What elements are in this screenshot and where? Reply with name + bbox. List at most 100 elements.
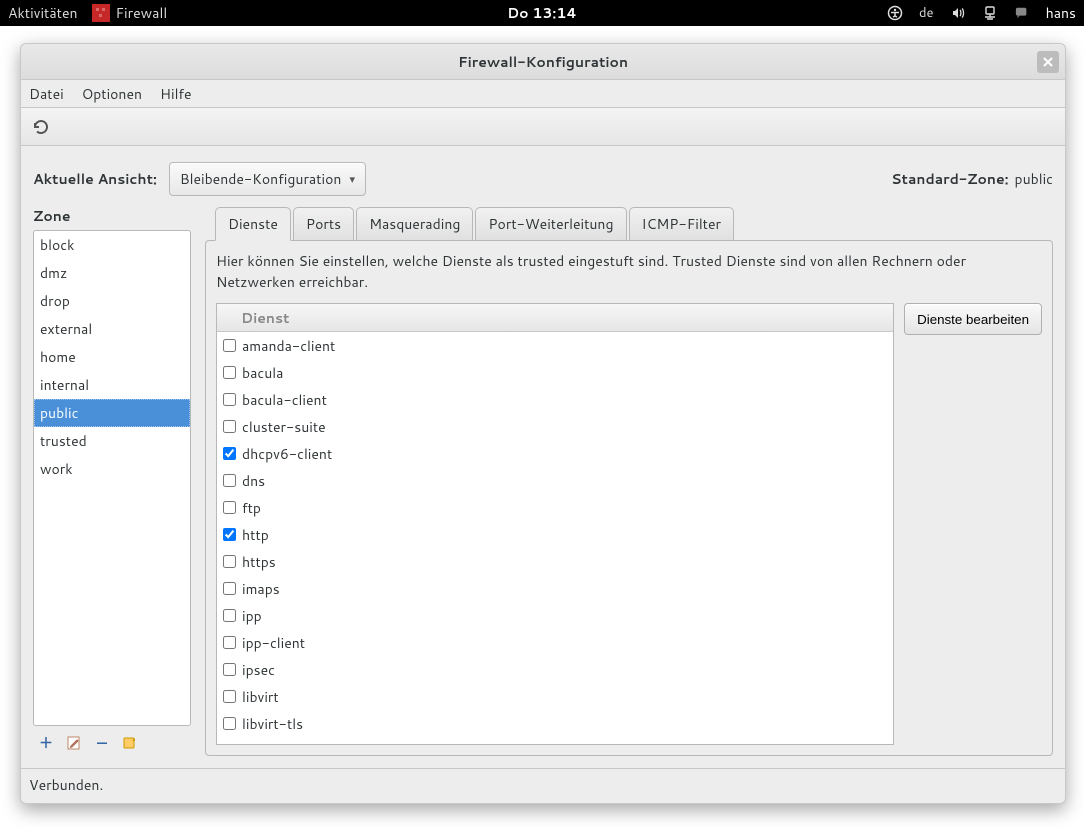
standard-zone-value: public [1015, 169, 1053, 189]
services-tab-panel: Hier können Sie einstellen, welche Diens… [205, 240, 1053, 756]
service-checkbox[interactable] [223, 528, 236, 541]
detail-column: DienstePortsMasqueradingPort-Weiterleitu… [205, 206, 1053, 756]
zone-item-work[interactable]: work [34, 455, 190, 483]
edit-services-button[interactable]: Dienste bearbeiten [904, 303, 1042, 335]
zone-item-dmz[interactable]: dmz [34, 259, 190, 287]
service-row[interactable]: libvirt [217, 683, 893, 710]
app-name: Firewall [116, 3, 168, 23]
service-row[interactable]: ipp [217, 602, 893, 629]
service-checkbox[interactable] [223, 420, 236, 433]
reload-button[interactable] [31, 117, 51, 137]
service-checkbox[interactable] [223, 636, 236, 649]
service-checkbox[interactable] [223, 501, 236, 514]
service-checkbox[interactable] [223, 663, 236, 676]
app-indicator[interactable]: Firewall [92, 3, 168, 23]
service-row[interactable]: bacula-client [217, 386, 893, 413]
service-checkbox[interactable] [223, 474, 236, 487]
toolbar [21, 108, 1065, 146]
services-table-header: Dienst [217, 304, 893, 332]
service-row[interactable]: amanda-client [217, 332, 893, 359]
service-label: imaps [242, 579, 280, 599]
tab-masquerading[interactable]: Masquerading [356, 207, 473, 241]
zone-item-drop[interactable]: drop [34, 287, 190, 315]
config-row: Aktuelle Ansicht: Bleibende-Konfiguratio… [21, 146, 1065, 206]
service-checkbox[interactable] [223, 609, 236, 622]
service-row[interactable]: imaps [217, 575, 893, 602]
zone-item-public[interactable]: public [34, 399, 190, 427]
volume-icon[interactable] [950, 5, 966, 21]
service-label: cluster-suite [242, 417, 326, 437]
zone-item-block[interactable]: block [34, 231, 190, 259]
service-checkbox[interactable] [223, 447, 236, 460]
titlebar: Firewall-Konfiguration [21, 44, 1065, 80]
service-row[interactable]: bacula [217, 359, 893, 386]
tab-icmp-filter[interactable]: ICMP-Filter [629, 207, 735, 241]
zone-column: Zone blockdmzdropexternalhomeinternalpub… [33, 206, 191, 756]
zone-defaults-button[interactable] [121, 734, 139, 752]
service-row[interactable]: http [217, 521, 893, 548]
tab-dienste[interactable]: Dienste [215, 207, 291, 241]
statusbar: Verbunden. [21, 768, 1065, 803]
service-row[interactable]: cluster-suite [217, 413, 893, 440]
service-row[interactable]: ipp-client [217, 629, 893, 656]
service-row[interactable]: dhcpv6-client [217, 440, 893, 467]
current-view-label: Aktuelle Ansicht: [33, 169, 157, 189]
zone-item-home[interactable]: home [34, 343, 190, 371]
status-text: Verbunden. [29, 775, 103, 795]
close-button[interactable] [1037, 51, 1059, 73]
zone-item-external[interactable]: external [34, 315, 190, 343]
service-row[interactable]: https [217, 548, 893, 575]
service-checkbox[interactable] [223, 339, 236, 352]
service-row[interactable]: ftp [217, 494, 893, 521]
firewall-icon [92, 4, 110, 22]
zone-heading: Zone [33, 206, 191, 226]
menu-help[interactable]: Hilfe [160, 84, 192, 104]
window-title: Firewall-Konfiguration [458, 52, 628, 72]
clock[interactable]: Do 13:14 [507, 3, 577, 23]
service-label: libvirt-tls [242, 714, 303, 734]
service-label: ipp-client [242, 633, 305, 653]
menu-file[interactable]: Datei [29, 84, 64, 104]
zone-edit-button[interactable] [65, 734, 83, 752]
service-row[interactable]: dns [217, 467, 893, 494]
services-description: Hier können Sie einstellen, welche Diens… [216, 251, 1042, 293]
services-table: Dienst amanda-clientbaculabacula-client c… [216, 303, 894, 745]
network-icon[interactable] [982, 5, 998, 21]
services-scroll[interactable]: amanda-clientbaculabacula-client cluster-… [217, 332, 893, 744]
user-menu[interactable]: hans [1046, 3, 1076, 23]
main-area: Zone blockdmzdropexternalhomeinternalpub… [21, 206, 1065, 768]
service-checkbox[interactable] [223, 393, 236, 406]
service-checkbox[interactable] [223, 555, 236, 568]
zone-remove-button[interactable]: — [93, 734, 111, 752]
zone-list[interactable]: blockdmzdropexternalhomeinternalpublictr… [33, 230, 191, 726]
keyboard-layout[interactable]: de [919, 4, 934, 22]
service-label: dns [242, 471, 265, 491]
accessibility-icon[interactable] [887, 5, 903, 21]
standard-zone-label: Standard-Zone: [891, 169, 1008, 189]
service-checkbox[interactable] [223, 366, 236, 379]
zone-button-row: ＋ — [33, 734, 191, 752]
menu-options[interactable]: Optionen [82, 84, 142, 104]
service-label: libvirt [242, 687, 279, 707]
firewall-window: Firewall-Konfiguration Datei Optionen Hi… [20, 43, 1066, 804]
service-label: ipp [242, 606, 262, 626]
service-checkbox[interactable] [223, 717, 236, 730]
zone-item-internal[interactable]: internal [34, 371, 190, 399]
view-selector[interactable]: Bleibende-Konfiguration ▾ [169, 162, 366, 196]
tab-ports[interactable]: Ports [293, 207, 354, 241]
menubar: Datei Optionen Hilfe [21, 80, 1065, 108]
service-label: ftp [242, 498, 261, 518]
chat-icon[interactable] [1014, 5, 1030, 21]
view-selector-value: Bleibende-Konfiguration [180, 169, 342, 189]
zone-add-button[interactable]: ＋ [37, 734, 55, 752]
service-checkbox[interactable] [223, 582, 236, 595]
zone-item-trusted[interactable]: trusted [34, 427, 190, 455]
tab-port-weiterleitung[interactable]: Port-Weiterleitung [475, 207, 626, 241]
service-label: https [242, 552, 276, 572]
activities-button[interactable]: Aktivitäten [8, 3, 78, 23]
service-row[interactable]: ipsec [217, 656, 893, 683]
service-checkbox[interactable] [223, 690, 236, 703]
gnome-top-panel: Aktivitäten Firewall Do 13:14 de hans [0, 0, 1084, 26]
service-row[interactable]: mdns [217, 737, 893, 744]
service-row[interactable]: libvirt-tls [217, 710, 893, 737]
